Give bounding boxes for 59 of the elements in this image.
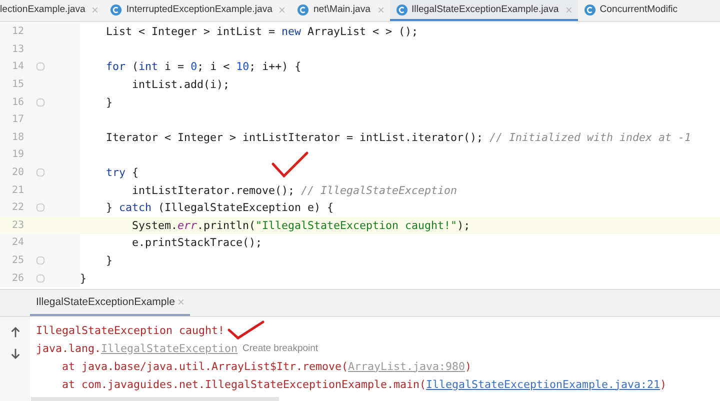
editor-tab[interactable]: InterruptedExceptionExample.java xyxy=(104,0,292,21)
line-number: 17 xyxy=(10,114,24,126)
fold-marker-icon[interactable] xyxy=(36,98,44,107)
code-line: Iterator < Integer > intListIterator = intList.iterator(); // Initialized with index at -1 xyxy=(105,130,692,144)
down-arrow-icon[interactable] xyxy=(10,348,20,359)
fold-marker-icon[interactable] xyxy=(36,274,44,283)
code-line: intList.add(i); xyxy=(131,78,230,92)
class-file-icon xyxy=(297,4,310,16)
line-number: 15 xyxy=(10,79,24,90)
console-text: at com.javaguides.net.IllegalStateExceptionExample.main( xyxy=(61,378,426,390)
close-icon[interactable] xyxy=(279,6,286,12)
code-line: System.err.println("IllegalStateException caught!"); xyxy=(131,218,470,232)
console-text: at java.base/java.util.ArrayList$Itr.remove( xyxy=(61,360,348,372)
fold-marker-icon[interactable] xyxy=(36,203,44,212)
checkmark-icon xyxy=(270,150,310,180)
code-line: } xyxy=(80,272,87,285)
code-line: for (int i = 0; i < 10; i++) { xyxy=(105,60,302,74)
editor-tab[interactable]: IllegalStateExceptionExample.java xyxy=(390,0,578,21)
console-text: ) xyxy=(465,360,472,372)
code-line: } xyxy=(105,254,113,268)
source-link[interactable]: IllegalStateExceptionExample.java:21 xyxy=(426,378,660,390)
line-number: 19 xyxy=(10,149,24,160)
code-line: } catch (IllegalStateException e) { xyxy=(105,201,334,214)
line-number: 21 xyxy=(10,184,24,196)
code-line: } xyxy=(105,96,113,109)
close-icon[interactable] xyxy=(178,299,184,305)
fold-marker-icon[interactable] xyxy=(36,168,44,178)
code-line: intListIterator.remove(); // IllegalStateException xyxy=(131,184,458,197)
line-number: 22 xyxy=(10,202,24,214)
line-number: 20 xyxy=(10,167,24,178)
line-number: 13 xyxy=(10,44,24,55)
checkmark-icon xyxy=(226,319,266,341)
line-number: 14 xyxy=(10,61,24,72)
code-line: try { xyxy=(105,166,139,180)
class-file-icon xyxy=(110,4,122,16)
editor-tab[interactable]: lectionExample.java xyxy=(0,0,104,21)
class-file-icon xyxy=(396,4,408,16)
class-file-icon xyxy=(584,4,596,16)
code-line: List < Integer > intList = new ArrayList < > (); xyxy=(105,25,418,38)
line-number: 26 xyxy=(10,272,24,284)
line-number: 25 xyxy=(10,255,24,266)
up-arrow-icon[interactable] xyxy=(10,327,20,338)
editor-tab[interactable]: net\Main.java xyxy=(291,0,390,21)
line-number: 24 xyxy=(10,237,24,248)
fold-marker-icon[interactable] xyxy=(36,256,44,266)
line-number: 18 xyxy=(10,132,24,143)
editor-tab[interactable]: ConcurrentModific xyxy=(578,0,684,21)
create-breakpoint-link[interactable]: Create breakpoint xyxy=(242,342,318,354)
line-number: 16 xyxy=(10,96,24,108)
console-text: ) xyxy=(660,378,667,390)
console-text: java.lang. xyxy=(36,342,102,354)
console-text: IllegalStateException caught! xyxy=(36,324,225,336)
fold-marker-icon[interactable] xyxy=(36,62,44,72)
close-icon[interactable] xyxy=(566,6,572,12)
code-line: e.printStackTrace(); xyxy=(131,236,262,250)
close-icon[interactable] xyxy=(92,6,98,12)
close-icon[interactable] xyxy=(378,6,384,12)
line-number: 23 xyxy=(10,220,24,231)
line-number: 12 xyxy=(10,26,24,38)
